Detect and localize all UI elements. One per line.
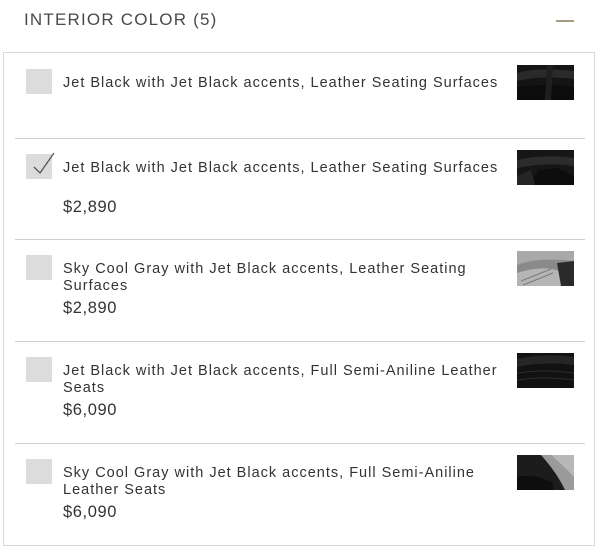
interior-option-4[interactable]: Jet Black with Jet Black accents, Full S… <box>15 342 585 444</box>
option-checkbox[interactable] <box>26 357 52 382</box>
collapse-minus-icon[interactable] <box>556 20 574 22</box>
option-label: Jet Black with Jet Black accents, Leathe… <box>63 160 499 176</box>
option-label: Jet Black with Jet Black accents, Leathe… <box>63 75 499 91</box>
option-price: $6,090 <box>63 401 118 419</box>
option-label: Sky Cool Gray with Jet Black accents, Le… <box>63 261 467 294</box>
option-checkbox[interactable] <box>26 255 52 280</box>
interior-option-5[interactable]: Sky Cool Gray with Jet Black accents, Fu… <box>15 444 585 545</box>
option-label: Jet Black with Jet Black accents, Full S… <box>63 363 498 396</box>
jet-black-semi-aniline-swatch <box>517 353 574 388</box>
interior-option-2[interactable]: Jet Black with Jet Black accents, Leathe… <box>15 139 585 240</box>
option-price: $6,090 <box>63 503 118 521</box>
interior-color-options-panel: Jet Black with Jet Black accents, Leathe… <box>3 52 595 546</box>
sky-cool-gray-leather-swatch <box>517 251 574 286</box>
option-checkbox[interactable] <box>26 459 52 484</box>
jet-black-leather-swatch <box>517 150 574 185</box>
interior-option-1[interactable]: Jet Black with Jet Black accents, Leathe… <box>15 53 585 139</box>
interior-option-3[interactable]: Sky Cool Gray with Jet Black accents, Le… <box>15 240 585 342</box>
option-checkbox[interactable] <box>26 69 52 94</box>
option-checkbox-selected[interactable] <box>26 152 55 179</box>
checkmark-icon <box>33 152 55 175</box>
sky-cool-gray-semi-aniline-swatch <box>517 455 574 490</box>
option-price: $2,890 <box>63 198 118 216</box>
interior-color-header[interactable]: INTERIOR COLOR (5) <box>0 0 599 42</box>
option-label: Sky Cool Gray with Jet Black accents, Fu… <box>63 465 475 498</box>
option-price: $2,890 <box>63 299 118 317</box>
jet-black-leather-swatch <box>517 65 574 100</box>
section-title: INTERIOR COLOR (5) <box>24 10 218 29</box>
